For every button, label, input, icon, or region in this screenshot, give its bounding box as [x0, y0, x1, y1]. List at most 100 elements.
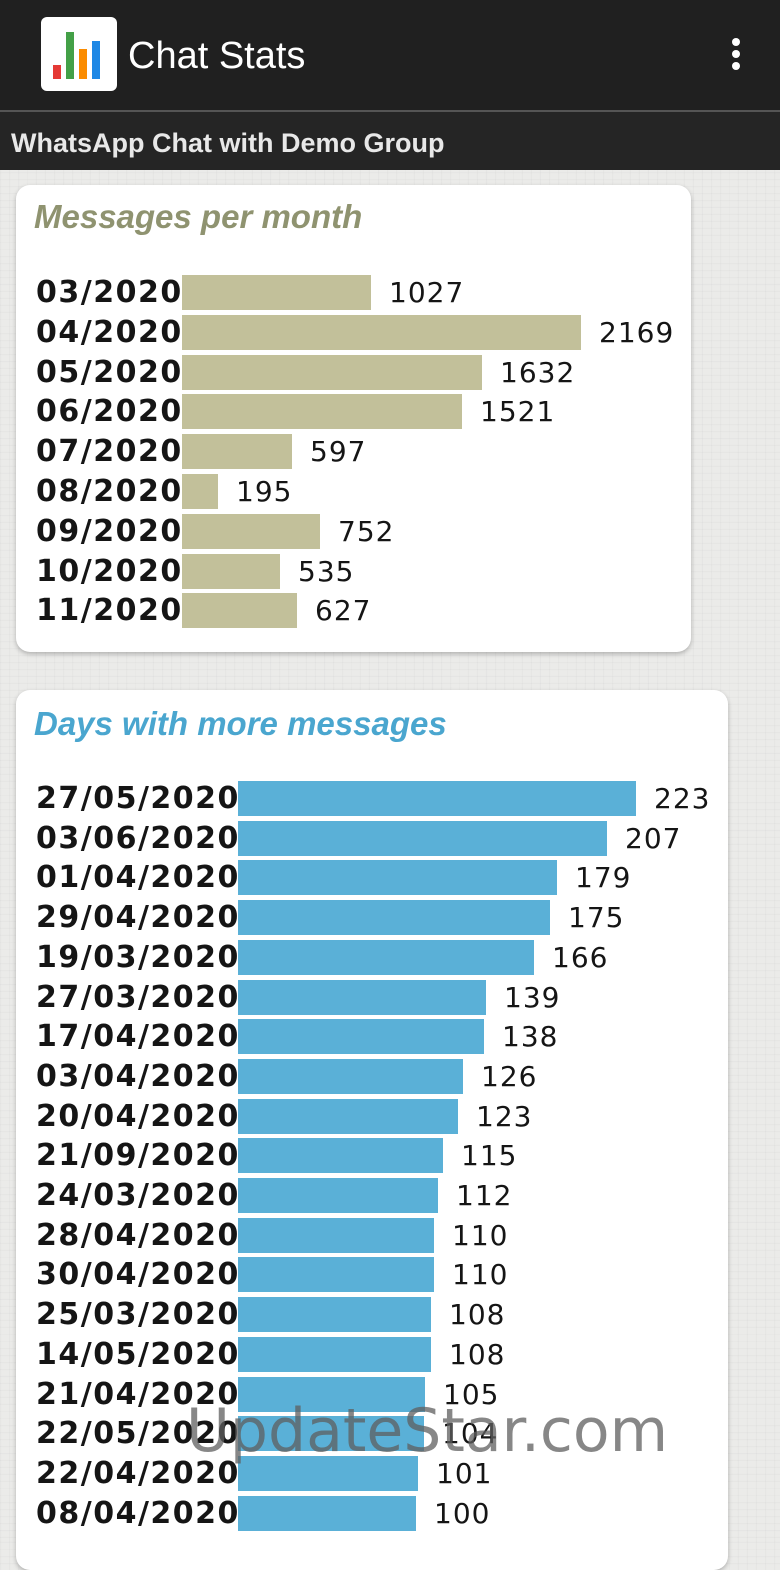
month-value: 597 — [310, 435, 367, 469]
day-row: 20/04/2020 123 — [36, 1097, 746, 1137]
day-value: 123 — [476, 1099, 533, 1133]
day-bar — [238, 1058, 463, 1094]
day-value: 138 — [502, 1020, 559, 1054]
day-row: 29/04/2020 175 — [36, 898, 746, 938]
month-bar — [182, 474, 218, 509]
day-label: 08/04/2020 — [36, 1495, 240, 1531]
day-value: 115 — [461, 1139, 518, 1173]
days-with-more-messages-title: Days with more messages — [34, 705, 447, 742]
day-label: 27/03/2020 — [36, 979, 240, 1015]
day-row: 28/04/2020 110 — [36, 1216, 746, 1256]
day-bar — [238, 979, 486, 1015]
month-row: 08/2020 195 — [36, 472, 691, 512]
month-bar — [182, 354, 482, 390]
month-value: 195 — [236, 475, 293, 508]
month-label: 11/2020 — [36, 593, 183, 629]
day-row: 27/05/2020 223 — [36, 779, 746, 819]
month-value: 1521 — [480, 395, 556, 429]
day-bar — [238, 860, 557, 896]
watermark: UpdateStar.com — [186, 1396, 669, 1466]
month-value: 752 — [338, 514, 395, 548]
month-row: 09/2020 752 — [36, 512, 691, 552]
day-row: 21/09/2020 115 — [36, 1136, 746, 1176]
day-row: 08/04/2020 100 — [36, 1494, 746, 1534]
month-row: 06/2020 1521 — [36, 392, 691, 432]
day-row: 30/04/2020 110 — [36, 1255, 746, 1295]
month-bar — [182, 434, 292, 470]
month-row: 03/2020 1027 — [36, 273, 691, 313]
day-label: 24/03/2020 — [36, 1178, 240, 1213]
day-row: 01/04/2020 179 — [36, 858, 746, 898]
day-bar — [238, 1178, 438, 1213]
more-vert-icon[interactable] — [716, 30, 756, 80]
month-bar — [182, 275, 371, 310]
day-value: 166 — [552, 940, 609, 974]
day-row: 24/03/2020 112 — [36, 1176, 746, 1216]
day-value: 112 — [456, 1179, 513, 1212]
month-label: 06/2020 — [36, 394, 183, 430]
month-bar — [182, 593, 297, 629]
day-bar — [238, 781, 636, 816]
day-label: 25/03/2020 — [36, 1297, 240, 1333]
day-value: 175 — [568, 901, 625, 935]
month-row: 07/2020 597 — [36, 432, 691, 472]
day-value: 100 — [434, 1496, 491, 1530]
day-bar — [238, 900, 550, 936]
day-label: 01/04/2020 — [36, 860, 240, 896]
messages-per-month-title: Messages per month — [34, 198, 363, 235]
day-bar — [238, 1336, 431, 1372]
day-label: 20/04/2020 — [36, 1098, 240, 1134]
month-row: 11/2020 627 — [36, 591, 691, 631]
day-row: 17/04/2020 138 — [36, 1017, 746, 1057]
day-bar — [238, 1138, 443, 1174]
day-value: 110 — [452, 1218, 509, 1252]
day-value: 223 — [654, 782, 711, 815]
day-row: 03/06/2020 207 — [36, 819, 746, 859]
messages-per-month-card: Messages per month 03/2020 1027 04/2020 216… — [16, 185, 691, 652]
bar-chart-logo-icon — [41, 17, 117, 91]
day-row: 14/05/2020 108 — [36, 1335, 746, 1375]
month-row: 10/2020 535 — [36, 552, 691, 592]
chat-subtitle-bar: WhatsApp Chat with Demo Group — [0, 110, 780, 170]
day-label: 27/05/2020 — [36, 781, 240, 816]
day-row: 19/03/2020 166 — [36, 938, 746, 978]
day-label: 14/05/2020 — [36, 1336, 240, 1372]
day-label: 21/09/2020 — [36, 1138, 240, 1174]
day-label: 03/06/2020 — [36, 820, 240, 856]
day-value: 207 — [625, 821, 682, 855]
month-value: 627 — [315, 594, 372, 628]
month-row: 05/2020 1632 — [36, 353, 691, 393]
month-bar — [182, 314, 581, 350]
day-label: 03/04/2020 — [36, 1058, 240, 1094]
app-bar: Chat Stats — [0, 0, 780, 110]
day-bar — [238, 939, 534, 975]
app-title: Chat Stats — [128, 35, 306, 77]
day-value: 126 — [481, 1059, 538, 1093]
day-bar — [238, 1217, 434, 1253]
chat-subtitle: WhatsApp Chat with Demo Group — [11, 128, 445, 158]
day-label: 30/04/2020 — [36, 1257, 240, 1293]
day-label: 17/04/2020 — [36, 1019, 240, 1055]
day-bar — [238, 1495, 416, 1531]
day-bar — [238, 820, 607, 856]
month-label: 05/2020 — [36, 354, 183, 390]
month-label: 08/2020 — [36, 474, 183, 509]
month-bar — [182, 513, 320, 549]
month-bar — [182, 394, 462, 430]
day-value: 179 — [575, 861, 632, 895]
day-label: 29/04/2020 — [36, 900, 240, 936]
day-value: 108 — [449, 1298, 506, 1332]
month-label: 03/2020 — [36, 275, 183, 310]
month-label: 10/2020 — [36, 553, 183, 589]
day-row: 25/03/2020 108 — [36, 1295, 746, 1335]
month-bar — [182, 553, 280, 589]
day-bar — [238, 1297, 431, 1333]
day-label: 28/04/2020 — [36, 1217, 240, 1253]
day-row: 03/04/2020 126 — [36, 1057, 746, 1097]
month-label: 09/2020 — [36, 513, 183, 549]
month-row: 04/2020 2169 — [36, 313, 691, 353]
day-label: 19/03/2020 — [36, 939, 240, 975]
day-bar — [238, 1019, 484, 1055]
month-value: 535 — [298, 554, 355, 588]
month-value: 2169 — [599, 315, 675, 349]
